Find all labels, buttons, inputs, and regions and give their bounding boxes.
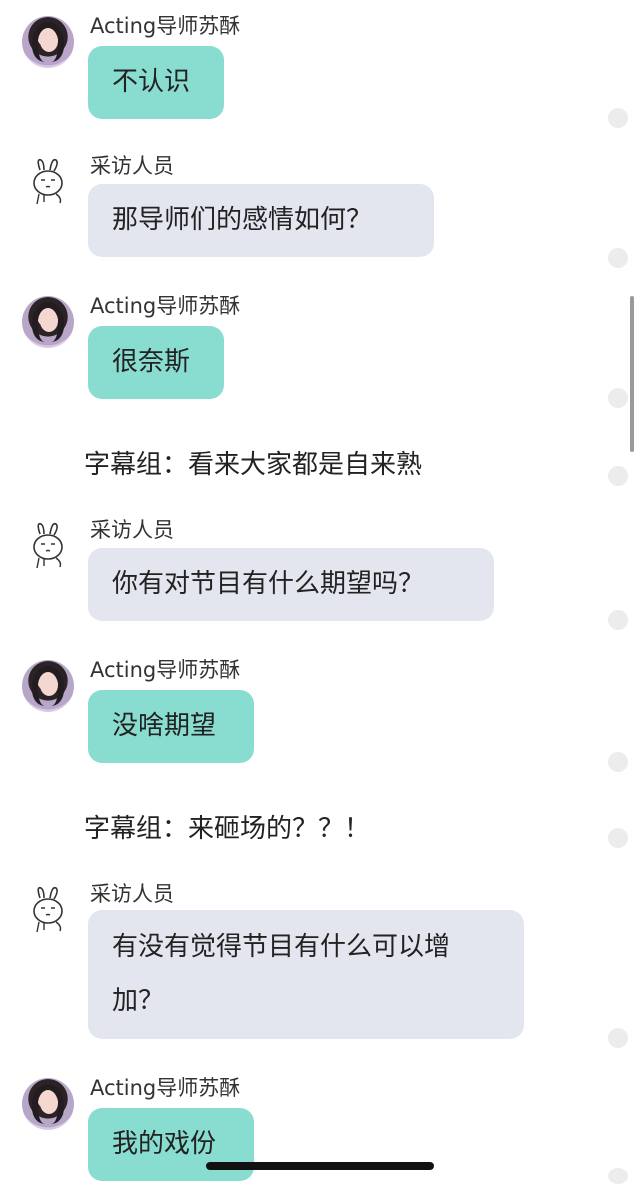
message-bubble[interactable]: 那导师们的感情如何？ (88, 184, 434, 257)
rabbit-avatar-icon[interactable] (22, 884, 74, 936)
subtitle-caption: 字幕组：来砸场的？？！ (84, 814, 371, 844)
avatar-face (40, 1092, 58, 1114)
acting-avatar[interactable] (22, 16, 74, 68)
acting-avatar[interactable] (22, 296, 74, 348)
sender-name: Acting导师苏酥 (90, 1076, 241, 1100)
message-bubble[interactable]: 不认识 (88, 46, 224, 119)
rabbit-icon (33, 522, 63, 569)
status-dot (608, 610, 628, 630)
status-dot (608, 248, 628, 268)
acting-avatar[interactable] (22, 1078, 74, 1130)
message-line: 有没有觉得节目有什么可以增 (112, 932, 451, 962)
acting-avatar[interactable] (22, 660, 74, 712)
message-bubble[interactable]: 有没有觉得节目有什么可以增 加？ (88, 910, 524, 1039)
sender-name: Acting导师苏酥 (90, 14, 241, 38)
status-dot (608, 828, 628, 848)
sender-name: Acting导师苏酥 (90, 294, 241, 318)
message-bubble[interactable]: 我的戏份 (88, 1108, 254, 1181)
status-dot (608, 752, 628, 772)
rabbit-avatar-icon[interactable] (22, 520, 74, 572)
status-dot (608, 108, 628, 128)
sender-name: 采访人员 (90, 518, 174, 542)
sender-name: 采访人员 (90, 882, 174, 906)
avatar-face (40, 30, 58, 52)
message-bubble[interactable]: 没啥期望 (88, 690, 254, 763)
status-dot (608, 388, 628, 408)
status-dot (608, 466, 628, 486)
rabbit-icon (33, 158, 63, 205)
message-bubble[interactable]: 很奈斯 (88, 326, 224, 399)
message-line: 加？ (112, 986, 165, 1016)
home-indicator[interactable] (206, 1162, 434, 1170)
scrollbar[interactable] (630, 296, 634, 452)
rabbit-icon (33, 886, 63, 933)
rabbit-avatar-icon[interactable] (22, 156, 74, 208)
sender-name: 采访人员 (90, 154, 174, 178)
status-dot (608, 1028, 628, 1048)
status-dot (608, 1168, 628, 1184)
chat-transcript: Acting导师苏酥 不认识 采访人员 那导师们的感情如何？ Acting导师苏… (0, 0, 640, 1184)
avatar-face (40, 674, 58, 696)
avatar-face (40, 310, 58, 332)
message-bubble[interactable]: 你有对节目有什么期望吗？ (88, 548, 494, 621)
sender-name: Acting导师苏酥 (90, 658, 241, 682)
subtitle-caption: 字幕组：看来大家都是自来熟 (84, 450, 423, 480)
